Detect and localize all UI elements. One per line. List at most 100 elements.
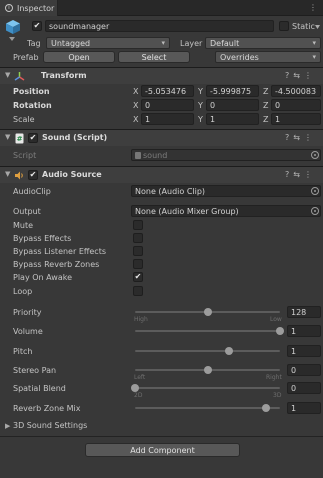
audioclip-field[interactable]: None (Audio Clip)	[131, 185, 321, 197]
transform-axes-icon	[14, 72, 25, 81]
rotation-x-field[interactable]: 0	[141, 99, 194, 111]
volume-slider-knob[interactable]	[276, 327, 284, 335]
stereo-pan-field[interactable]: 0	[287, 364, 321, 376]
stereo-right-label: Right	[266, 374, 282, 381]
sound-script-enabled-checkbox[interactable]: ✔	[28, 133, 38, 143]
spatial-blend-slider-knob[interactable]	[131, 384, 139, 392]
audio-source-title: Audio Source	[42, 170, 102, 179]
object-picker-icon[interactable]	[311, 151, 319, 159]
rotation-z-field[interactable]: 0	[271, 99, 321, 111]
scale-y-field[interactable]: 1	[206, 113, 259, 125]
object-dropdown-icon[interactable]	[9, 37, 15, 41]
priority-slider-knob[interactable]	[203, 308, 212, 316]
active-checkbox[interactable]: ✔	[32, 21, 42, 31]
priority-field[interactable]: 128	[287, 306, 321, 318]
spatial-3d-label: 3D	[273, 392, 282, 399]
rotation-x-axis: X	[133, 101, 139, 110]
stereo-pan-label: Stereo Pan	[13, 366, 57, 375]
audio-source-header[interactable]: ▼ ✔ Audio Source ?⇆⋮	[0, 166, 323, 183]
mute-label: Mute	[13, 221, 34, 230]
audio-source-enabled-checkbox[interactable]: ✔	[28, 170, 38, 180]
static-label: Static	[292, 22, 315, 31]
object-picker-icon[interactable]	[311, 207, 319, 215]
tag-label: Tag	[27, 39, 41, 48]
mute-checkbox[interactable]	[133, 220, 143, 230]
priority-high-label: High	[134, 316, 148, 323]
position-y-field[interactable]: -5.999875	[206, 85, 259, 97]
volume-label: Volume	[13, 327, 43, 336]
tab-inspector[interactable]: i Inspector	[0, 0, 58, 16]
layer-label: Layer	[180, 39, 203, 48]
priority-label: Priority	[13, 308, 42, 317]
reverb-mix-slider-knob[interactable]	[261, 404, 270, 412]
bypass-effects-checkbox[interactable]	[133, 233, 143, 243]
script-label: Script	[13, 151, 37, 160]
collapse-arrow-icon[interactable]: ▼	[5, 71, 10, 79]
sound3d-foldout[interactable]: 3D Sound Settings	[13, 421, 87, 430]
transform-title: Transform	[41, 71, 87, 80]
scale-z-field[interactable]: 1	[271, 113, 321, 125]
loop-checkbox[interactable]	[133, 286, 143, 296]
info-icon: i	[5, 4, 13, 12]
rotation-y-field[interactable]: 0	[206, 99, 259, 111]
output-field[interactable]: None (Audio Mixer Group)	[131, 205, 321, 217]
spatial-blend-field[interactable]: 0	[287, 382, 321, 394]
tab-menu-icon[interactable]: ⋮	[309, 3, 317, 12]
reverb-mix-slider-track[interactable]	[135, 407, 280, 409]
help-icon[interactable]: ?	[285, 71, 293, 80]
preset-icon[interactable]: ⇆	[293, 71, 304, 80]
overrides-label: Overrides	[220, 53, 259, 62]
spatial-blend-label: Spatial Blend	[13, 384, 66, 393]
pitch-slider-track[interactable]	[135, 350, 280, 352]
prefab-select-button[interactable]: Select	[118, 51, 190, 63]
layer-value: Default	[210, 39, 240, 48]
prefab-open-button[interactable]: Open	[43, 51, 115, 63]
layer-dropdown[interactable]: Default	[205, 37, 321, 49]
rotation-y-axis: Y	[198, 101, 203, 110]
static-dropdown-icon[interactable]	[315, 25, 320, 29]
bypass-reverb-checkbox[interactable]	[133, 259, 143, 269]
position-y-axis: Y	[198, 87, 203, 96]
preset-icon[interactable]: ⇆	[293, 133, 304, 142]
help-icon[interactable]: ?	[285, 133, 293, 142]
volume-field[interactable]: 1	[287, 325, 321, 337]
expand-arrow-icon[interactable]: ▶	[5, 422, 10, 430]
position-z-field[interactable]: -4.500083	[271, 85, 321, 97]
collapse-arrow-icon[interactable]: ▼	[5, 133, 10, 141]
tab-inspector-label: Inspector	[17, 3, 55, 13]
object-name-field[interactable]: soundmanager	[45, 20, 274, 32]
volume-slider-track[interactable]	[135, 330, 280, 332]
position-x-field[interactable]: -5.053476	[141, 85, 194, 97]
preset-icon[interactable]: ⇆	[293, 170, 304, 179]
more-icon[interactable]: ⋮	[304, 170, 316, 179]
rotation-label: Rotation	[13, 101, 52, 110]
play-on-awake-checkbox[interactable]: ✔	[133, 272, 143, 282]
reverb-mix-field[interactable]: 1	[287, 402, 321, 414]
scale-x-axis: X	[133, 115, 139, 124]
position-z-axis: Z	[263, 87, 269, 96]
pitch-slider-knob[interactable]	[225, 347, 234, 355]
spatial-blend-slider-track[interactable]	[135, 387, 280, 389]
bypass-listener-checkbox[interactable]	[133, 246, 143, 256]
transform-header[interactable]: ▼ Transform ?⇆⋮	[0, 67, 323, 84]
rotation-z-axis: Z	[263, 101, 269, 110]
more-icon[interactable]: ⋮	[304, 133, 316, 142]
scale-x-field[interactable]: 1	[141, 113, 194, 125]
pitch-field[interactable]: 1	[287, 345, 321, 357]
prefab-overrides-dropdown[interactable]: Overrides	[215, 51, 321, 63]
audio-speaker-icon	[15, 171, 23, 180]
sound-script-header[interactable]: ▼ # ✔ Sound (Script) ?⇆⋮	[0, 129, 323, 146]
pitch-label: Pitch	[13, 347, 33, 356]
position-label: Position	[13, 87, 50, 96]
component-tools: ?⇆⋮	[285, 71, 316, 80]
collapse-arrow-icon[interactable]: ▼	[5, 170, 10, 178]
stereo-pan-slider-knob[interactable]	[203, 366, 212, 374]
tab-bar: i Inspector ⋮	[0, 0, 323, 16]
add-component-button[interactable]: Add Component	[85, 443, 240, 457]
object-picker-icon[interactable]	[311, 187, 319, 195]
tag-dropdown[interactable]: Untagged	[46, 37, 170, 49]
help-icon[interactable]: ?	[285, 170, 293, 179]
script-field: sound	[131, 149, 321, 161]
more-icon[interactable]: ⋮	[304, 71, 316, 80]
static-checkbox[interactable]	[279, 21, 289, 31]
